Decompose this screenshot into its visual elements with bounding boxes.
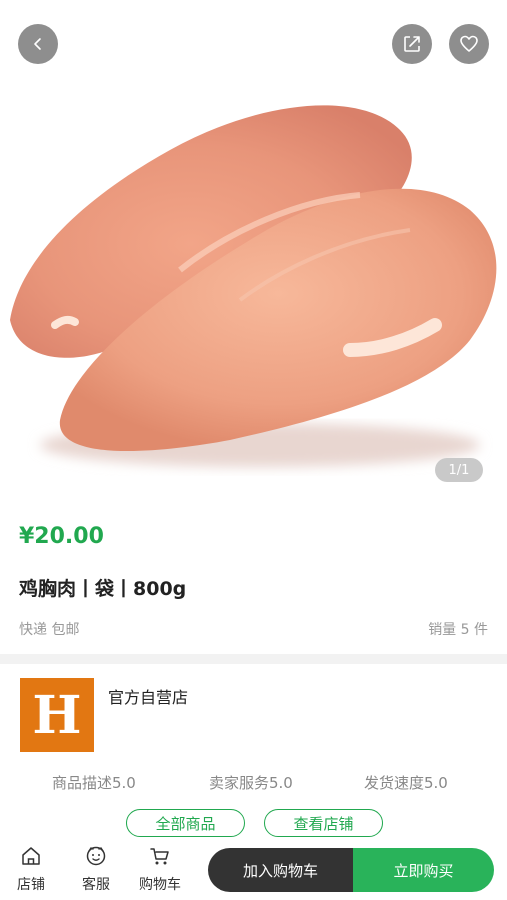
product-image bbox=[10, 105, 497, 467]
product-title: 鸡胸肉丨袋丨800g bbox=[19, 578, 187, 600]
rating-service: 卖家服务5.0 bbox=[209, 774, 293, 792]
rating-description: 商品描述5.0 bbox=[52, 774, 136, 792]
store-name[interactable]: 官方自营店 bbox=[108, 684, 188, 708]
share-button[interactable] bbox=[392, 24, 432, 64]
product-price: ¥20.00 bbox=[19, 524, 104, 549]
rating-shipping-speed: 发货速度5.0 bbox=[364, 774, 448, 792]
product-image-gallery[interactable]: 1/1 bbox=[0, 0, 507, 500]
chevron-left-icon bbox=[34, 38, 41, 50]
add-to-cart-button[interactable]: 加入购物车 bbox=[208, 848, 353, 892]
favorite-button[interactable] bbox=[449, 24, 489, 64]
heart-icon bbox=[460, 35, 478, 52]
cart-icon bbox=[150, 848, 169, 865]
home-icon bbox=[22, 847, 40, 865]
buy-now-button[interactable]: 立即购买 bbox=[353, 848, 494, 892]
image-counter: 1/1 bbox=[435, 458, 483, 482]
nav-store-label: 店铺 bbox=[17, 877, 45, 893]
shipping-info: 快递 包邮 bbox=[19, 622, 80, 638]
customer-service-icon bbox=[86, 846, 106, 866]
nav-customer-service[interactable]: 客服 bbox=[68, 844, 124, 894]
share-icon bbox=[404, 36, 420, 52]
nav-customer-service-label: 客服 bbox=[82, 877, 110, 893]
sales-count: 销量 5 件 bbox=[428, 622, 488, 638]
view-store-button[interactable]: 查看店铺 bbox=[264, 809, 383, 837]
store-logo-letter: H bbox=[32, 684, 82, 746]
nav-cart[interactable]: 购物车 bbox=[132, 844, 188, 894]
nav-store[interactable]: 店铺 bbox=[3, 844, 59, 894]
store-logo[interactable]: H bbox=[20, 678, 94, 752]
nav-cart-label: 购物车 bbox=[139, 877, 181, 893]
all-products-button[interactable]: 全部商品 bbox=[126, 809, 245, 837]
back-button[interactable] bbox=[18, 24, 58, 64]
section-divider bbox=[0, 654, 507, 664]
